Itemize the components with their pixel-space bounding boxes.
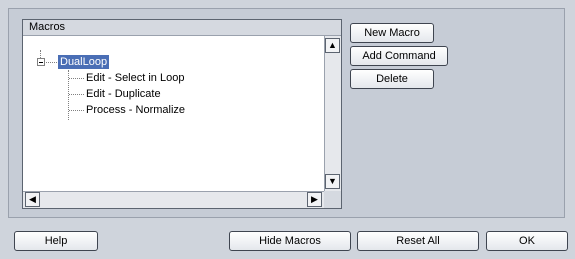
ok-button[interactable]: OK [486,231,568,251]
tree-line [69,78,84,79]
scroll-right-icon[interactable]: ▶ [307,192,322,207]
macros-list-header: Macros [23,20,341,36]
collapse-icon[interactable] [37,58,45,66]
horizontal-scrollbar[interactable]: ◀ ▶ [23,191,324,208]
tree-line [69,94,84,95]
tree-node-command[interactable]: Edit - Duplicate [86,87,161,101]
delete-button[interactable]: Delete [350,69,434,89]
scroll-down-icon[interactable]: ▼ [325,174,340,189]
tree-node-dualloop[interactable]: DualLoop [58,55,110,69]
macros-dialog: Macros DualLoop Edit - Select in Loop Ed… [0,0,575,259]
tree-line [40,50,41,58]
tree-line [69,110,84,111]
new-macro-button[interactable]: New Macro [350,23,434,43]
scrollbar-corner [324,191,341,208]
scroll-left-icon[interactable]: ◀ [25,192,40,207]
macros-list[interactable]: Macros DualLoop Edit - Select in Loop Ed… [22,19,342,209]
hide-macros-button[interactable]: Hide Macros [229,231,351,251]
macros-tree: DualLoop Edit - Select in Loop Edit - Du… [23,36,324,191]
scroll-up-icon[interactable]: ▲ [325,38,340,53]
add-command-button[interactable]: Add Command [350,46,448,66]
tree-node-command[interactable]: Process - Normalize [86,103,185,117]
tree-line [46,62,57,63]
help-button[interactable]: Help [14,231,98,251]
vertical-scrollbar[interactable]: ▲ ▼ [324,36,341,191]
reset-all-button[interactable]: Reset All [357,231,479,251]
tree-node-command[interactable]: Edit - Select in Loop [86,71,184,85]
